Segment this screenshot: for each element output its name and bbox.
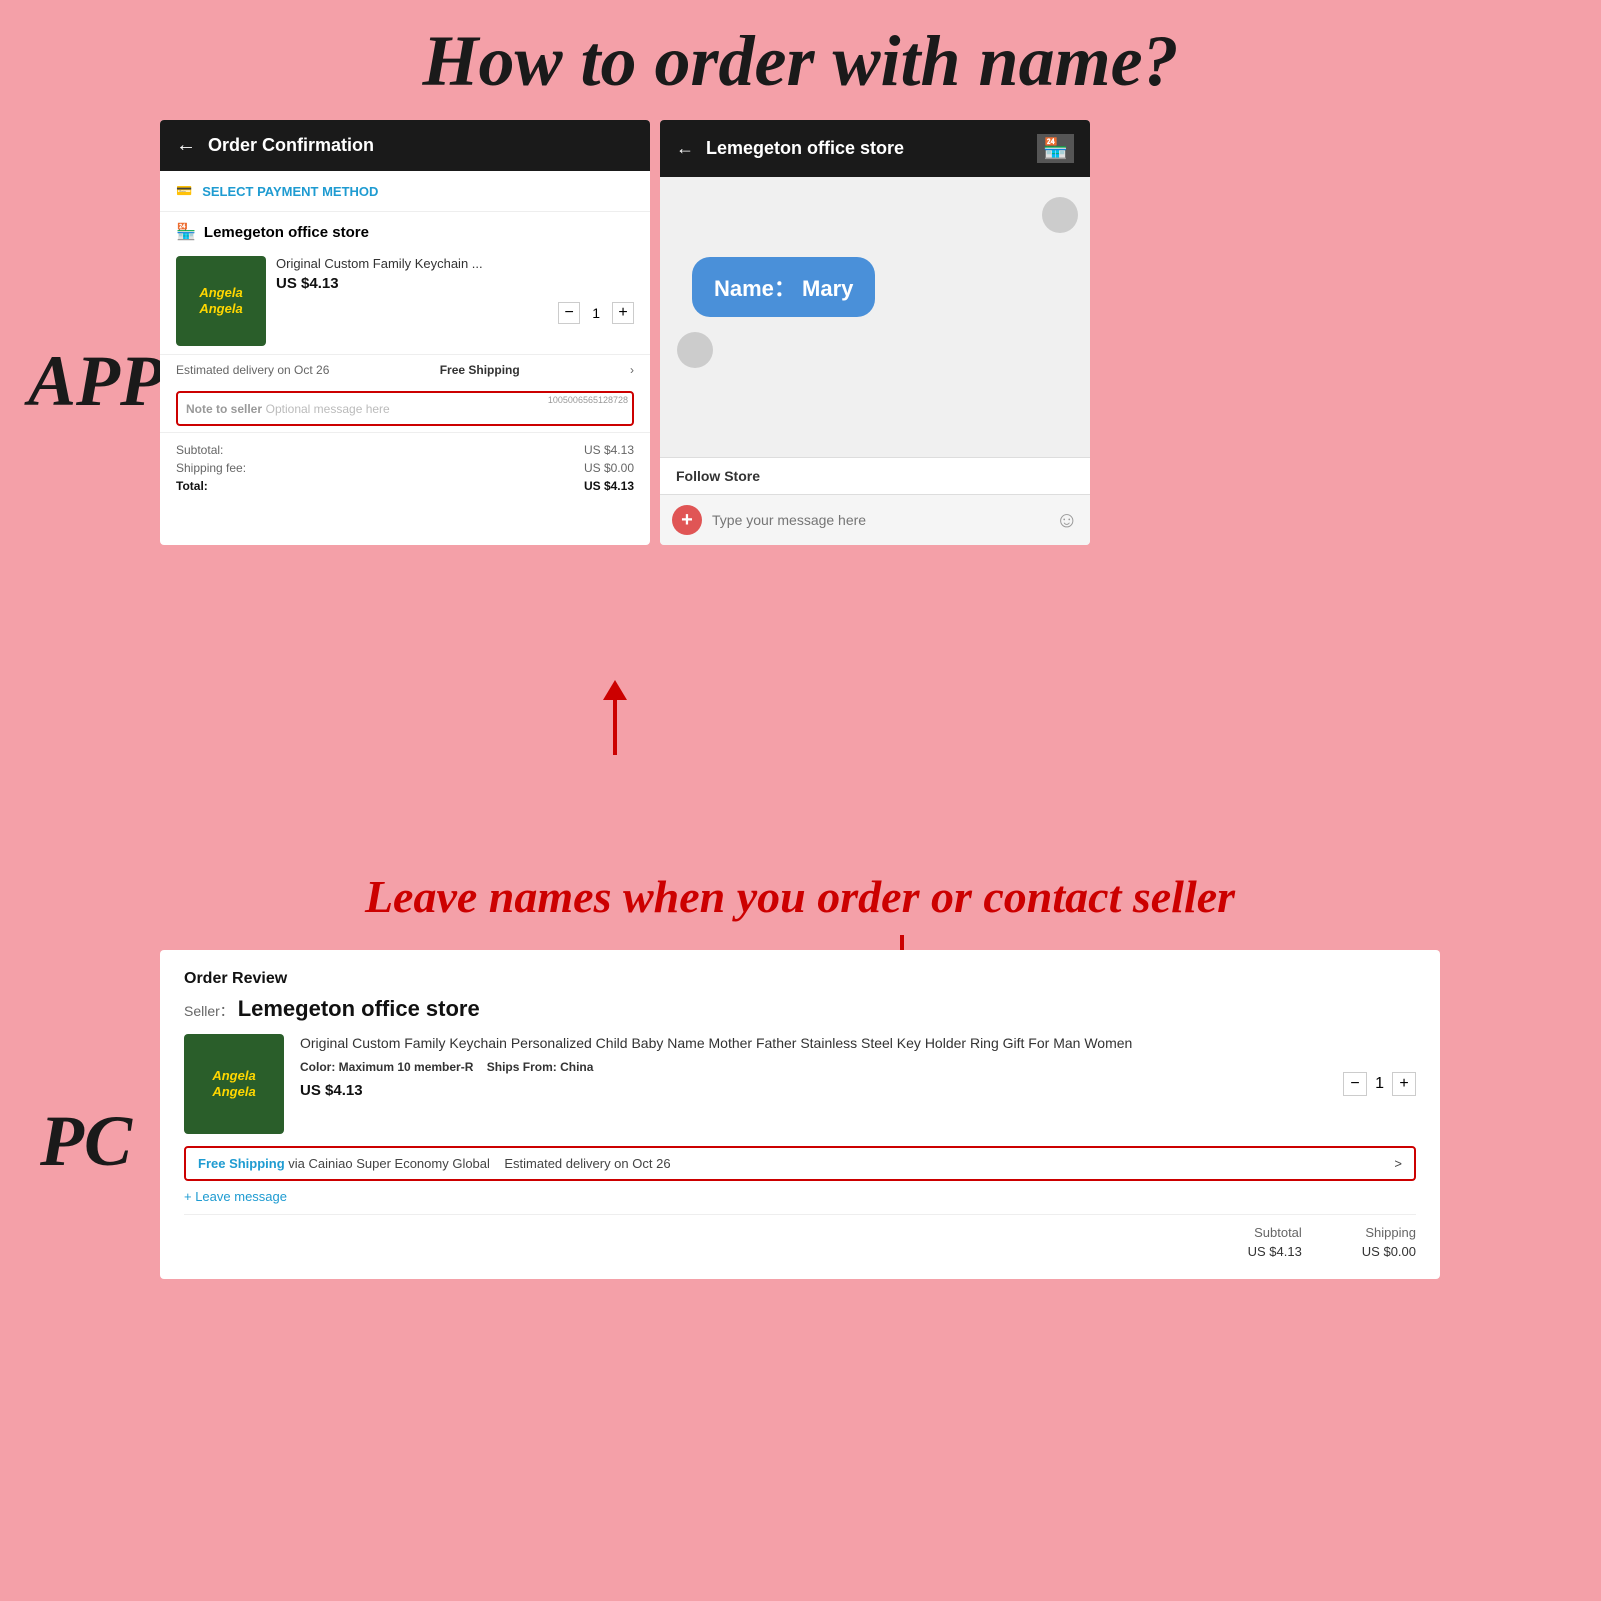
pc-product-row: AngelaAngela Original Custom Family Keyc…: [184, 1034, 1416, 1134]
chat-body: Name： Mary: [660, 177, 1090, 457]
message-input[interactable]: [712, 512, 1046, 528]
chat-store-name: Lemegeton office store: [706, 138, 904, 159]
pc-seller-row: Seller： Lemegeton office store: [184, 996, 1416, 1022]
pc-via-text: via Cainiao Super Economy Global: [288, 1156, 490, 1171]
pc-seller-name: Lemegeton office store: [238, 996, 480, 1021]
chat-store-icon: 🏪: [1037, 134, 1074, 163]
store-icon: 🏪: [176, 222, 196, 242]
product-image-text: AngelaAngela: [199, 285, 242, 316]
qty-increase-button[interactable]: +: [612, 302, 634, 324]
chat-back-arrow-icon[interactable]: ←: [676, 138, 694, 159]
pc-ships-label: Ships From:: [487, 1060, 557, 1074]
store-row: 🏪 Lemegeton office store: [160, 212, 650, 248]
pc-product-image-text: AngelaAngela: [212, 1068, 255, 1099]
pc-qty-increase-button[interactable]: +: [1392, 1072, 1416, 1096]
pc-totals: Subtotal US $4.13 Shipping US $0.00: [184, 1214, 1416, 1259]
shipping-fee-row: Shipping fee: US $0.00: [176, 459, 634, 477]
note-label: Note to seller: [186, 402, 262, 416]
shipping-fee-value: US $0.00: [584, 461, 634, 475]
quantity-row: − 1 +: [276, 302, 634, 324]
chat-header-left: ← Lemegeton office store: [676, 138, 904, 159]
pc-ships-value: China: [560, 1060, 593, 1074]
add-attachment-button[interactable]: +: [672, 505, 702, 535]
follow-store-label: Follow Store: [676, 468, 760, 484]
main-title: How to order with name?: [0, 0, 1601, 103]
follow-store-bar: Follow Store: [660, 457, 1090, 494]
payment-label: SELECT PAYMENT METHOD: [202, 184, 378, 199]
pc-subtotal-col: Subtotal US $4.13: [1248, 1225, 1302, 1259]
instruction-text: Leave names when you order or contact se…: [160, 870, 1440, 923]
pc-section: Order Review Seller： Lemegeton office st…: [160, 950, 1440, 1279]
chat-avatar-right: [1042, 197, 1078, 233]
pc-subtotal-value: US $4.13: [1248, 1244, 1302, 1259]
chat-avatar-left: [677, 332, 713, 368]
chat-message-bubble: Name： Mary: [692, 257, 875, 317]
store-name: Lemegeton office store: [204, 224, 369, 241]
shipping-fee-label: Shipping fee:: [176, 461, 246, 475]
order-confirmation-title: Order Confirmation: [208, 135, 374, 156]
pc-color-label: Color:: [300, 1060, 335, 1074]
chat-header: ← Lemegeton office store 🏪: [660, 120, 1090, 177]
total-value: US $4.13: [584, 479, 634, 493]
subtotal-label: Subtotal:: [176, 443, 223, 457]
qty-value: 1: [592, 305, 600, 321]
pc-label: PC: [40, 1100, 132, 1183]
free-shipping-label: Free Shipping: [440, 363, 520, 377]
pc-product-price: US $4.13: [300, 1082, 1327, 1099]
product-price: US $4.13: [276, 275, 634, 292]
pc-shipping-value: US $0.00: [1362, 1244, 1416, 1259]
pc-color-value: Maximum 10 member-R: [339, 1060, 474, 1074]
order-confirmation-header: ← Order Confirmation: [160, 120, 650, 171]
app-label: APP: [28, 340, 164, 423]
product-name: Original Custom Family Keychain ...: [276, 256, 634, 271]
pc-shipping-col: Shipping US $0.00: [1362, 1225, 1416, 1259]
chevron-right-icon: ›: [630, 363, 634, 377]
totals-section: Subtotal: US $4.13 Shipping fee: US $0.0…: [160, 432, 650, 503]
pc-product-name: Original Custom Family Keychain Personal…: [300, 1034, 1327, 1054]
back-arrow-icon[interactable]: ←: [176, 134, 196, 157]
payment-icon: 💳: [176, 183, 192, 199]
pc-shipping-chevron-icon: >: [1394, 1156, 1402, 1171]
pc-leave-message-button[interactable]: + Leave message: [184, 1189, 1416, 1204]
pc-subtotal-label: Subtotal: [1248, 1225, 1302, 1240]
emoji-button[interactable]: ☺: [1056, 507, 1078, 533]
pc-shipping-row[interactable]: Free Shipping via Cainiao Super Economy …: [184, 1146, 1416, 1181]
note-to-seller-row[interactable]: Note to seller Optional message here 100…: [176, 391, 634, 426]
pc-qty-row: − 1 +: [1343, 1034, 1416, 1134]
pc-product-info: Original Custom Family Keychain Personal…: [300, 1034, 1327, 1134]
pc-estimated-delivery: Estimated delivery on Oct 26: [504, 1156, 670, 1171]
pc-qty-value: 1: [1375, 1075, 1384, 1093]
total-label: Total:: [176, 479, 208, 493]
pc-product-meta: Color: Maximum 10 member-R Ships From: C…: [300, 1060, 1327, 1074]
product-info: Original Custom Family Keychain ... US $…: [276, 256, 634, 324]
order-confirmation-panel: ← Order Confirmation 💳 SELECT PAYMENT ME…: [160, 120, 650, 545]
pc-product-image: AngelaAngela: [184, 1034, 284, 1134]
chat-input-row[interactable]: + ☺: [660, 494, 1090, 545]
note-placeholder: Optional message here: [266, 402, 390, 416]
pc-order-review-label: Order Review: [184, 970, 1416, 988]
pc-free-shipping-label: Free Shipping: [198, 1156, 285, 1171]
subtotal-row: Subtotal: US $4.13: [176, 441, 634, 459]
product-row: AngelaAngela Original Custom Family Keyc…: [160, 248, 650, 354]
subtotal-value: US $4.13: [584, 443, 634, 457]
note-id: 1005006565128728: [548, 395, 628, 405]
pc-shipping-label: Shipping: [1362, 1225, 1416, 1240]
arrow-up-note: [613, 695, 617, 755]
qty-decrease-button[interactable]: −: [558, 302, 580, 324]
chat-panel: ← Lemegeton office store 🏪 Name： Mary Fo…: [660, 120, 1090, 545]
total-row: Total: US $4.13: [176, 477, 634, 495]
app-section: ← Order Confirmation 💳 SELECT PAYMENT ME…: [160, 120, 1440, 545]
payment-method-row[interactable]: 💳 SELECT PAYMENT METHOD: [160, 171, 650, 212]
delivery-text: Estimated delivery on Oct 26: [176, 363, 329, 377]
product-image: AngelaAngela: [176, 256, 266, 346]
pc-qty-decrease-button[interactable]: −: [1343, 1072, 1367, 1096]
delivery-row: Estimated delivery on Oct 26 Free Shippi…: [160, 354, 650, 385]
pc-seller-prefix: Seller：: [184, 1003, 234, 1019]
